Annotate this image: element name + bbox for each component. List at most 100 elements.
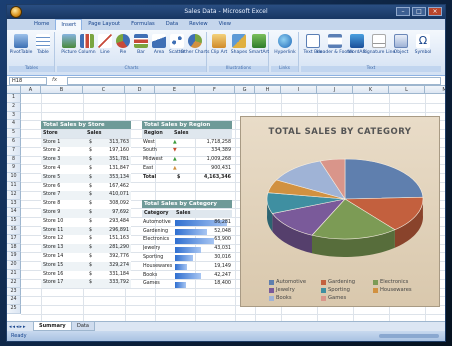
row-header-9[interactable]: 9 — [7, 164, 21, 174]
store-sales-value: 97,692 — [112, 210, 129, 215]
scatter-chart-icon — [170, 34, 184, 48]
name-box[interactable]: H18 — [9, 77, 47, 85]
pie-chart[interactable]: TOTAL SALES BY CATEGORY Automotive Garden… — [240, 116, 440, 307]
minimize-button[interactable]: – — [396, 7, 410, 16]
row-header-18[interactable]: 18 — [7, 243, 21, 253]
column-header-k[interactable]: K — [353, 86, 389, 94]
row-header-19[interactable]: 19 — [7, 252, 21, 262]
row-header-5[interactable]: 5 — [7, 129, 21, 138]
column-header-i[interactable]: I — [281, 86, 317, 94]
pie-slice-automotive[interactable] — [344, 158, 424, 200]
select-all-corner[interactable] — [7, 86, 21, 94]
tab-home[interactable]: Home — [29, 19, 54, 30]
table-button[interactable]: Table — [33, 34, 53, 55]
group-links: Hyperlink Links — [271, 32, 299, 72]
other-charts-icon — [188, 34, 202, 48]
worksheet-grid[interactable]: ABCDEFGHIJKLM 12345678910111213141516171… — [7, 86, 445, 327]
column-header-d[interactable]: D — [125, 86, 155, 94]
fx-icon[interactable]: fx — [52, 77, 57, 83]
region-header: Region — [142, 129, 172, 138]
object-button[interactable]: Object — [391, 34, 411, 55]
tab-page-layout[interactable]: Page Layout — [83, 19, 125, 30]
row-header-1[interactable]: 1 — [7, 94, 21, 103]
column-header-m[interactable]: M — [425, 86, 445, 94]
row-header-23[interactable]: 23 — [7, 287, 21, 297]
row-header-4[interactable]: 4 — [7, 120, 21, 130]
group-illustrations: Clip Art Shapes SmartArt Illustrations — [209, 32, 269, 72]
legend-label: Jewelry — [276, 287, 295, 293]
row-header-13[interactable]: 13 — [7, 199, 21, 209]
status-bar: Ready — [7, 331, 445, 341]
tab-view[interactable]: View — [214, 19, 236, 30]
formula-input[interactable] — [67, 77, 441, 85]
legend-label: Housewares — [380, 287, 412, 293]
tab-data[interactable]: Data — [161, 19, 183, 30]
column-header-c[interactable]: C — [83, 86, 125, 94]
status-text: Ready — [11, 333, 27, 339]
column-header-b[interactable]: B — [41, 86, 83, 94]
row-header-10[interactable]: 10 — [7, 173, 21, 182]
row-header-11[interactable]: 11 — [7, 182, 21, 191]
legend-swatch — [321, 279, 326, 285]
tab-formulas[interactable]: Formulas — [126, 19, 160, 30]
sheet-tab-bar: ◂◂◂▸▸ Summary Data — [7, 321, 445, 331]
legend-swatch — [321, 287, 326, 293]
row-header-21[interactable]: 21 — [7, 270, 21, 279]
trend-arrow-icon: ▲ — [173, 157, 177, 163]
object-icon — [394, 34, 408, 48]
row-header-14[interactable]: 14 — [7, 208, 21, 218]
store-name: Store 12 — [43, 236, 64, 242]
sheet-tab-summary[interactable]: Summary — [33, 322, 72, 331]
zoom-slider[interactable] — [379, 334, 439, 338]
pie-plot-area — [266, 158, 424, 257]
pivottable-button[interactable]: PivotTable — [10, 34, 32, 55]
shapes-button[interactable]: Shapes — [229, 34, 249, 55]
column-chart-button[interactable]: Column — [77, 34, 97, 55]
store-name: Store 8 — [43, 201, 61, 207]
smartart-button[interactable]: SmartArt — [249, 34, 269, 55]
row-header-8[interactable]: 8 — [7, 155, 21, 165]
header-footer-button[interactable]: Header & Footer — [316, 34, 354, 55]
column-header-e[interactable]: E — [155, 86, 195, 94]
line-chart-button[interactable]: Line — [95, 34, 115, 55]
row-header-16[interactable]: 16 — [7, 226, 21, 235]
region-sales-header: Sales — [172, 129, 232, 138]
currency-symbol: $ — [89, 174, 93, 180]
close-button[interactable]: × — [428, 7, 442, 16]
tab-review[interactable]: Review — [184, 19, 213, 30]
sheet-tab-data[interactable]: Data — [71, 322, 95, 331]
row-header-3[interactable]: 3 — [7, 111, 21, 121]
maximize-button[interactable]: □ — [412, 7, 426, 16]
pie-chart-button[interactable]: Pie — [113, 34, 133, 55]
other-charts-button[interactable]: Other Charts — [181, 34, 209, 55]
sheet-nav-arrows[interactable]: ◂◂◂▸▸ — [9, 324, 27, 330]
legend-label: Gardening — [328, 279, 356, 285]
area-chart-button[interactable]: Area — [149, 34, 169, 55]
row-header-20[interactable]: 20 — [7, 261, 21, 270]
trend-arrow-icon: ▼ — [173, 148, 177, 154]
currency-symbol: $ — [89, 262, 93, 268]
column-header-g[interactable]: G — [235, 86, 255, 94]
row-header-6[interactable]: 6 — [7, 138, 21, 147]
row-header-22[interactable]: 22 — [7, 278, 21, 288]
row-header-2[interactable]: 2 — [7, 102, 21, 112]
symbol-button[interactable]: Ω Symbol — [413, 34, 433, 55]
clip-art-button[interactable]: Clip Art — [209, 34, 229, 55]
row-header-25[interactable]: 25 — [7, 305, 21, 314]
trend-arrow-icon: ▲ — [173, 139, 177, 145]
column-header-h[interactable]: H — [255, 86, 281, 94]
signature-line-button[interactable]: Signature Line — [363, 34, 395, 55]
row-header-17[interactable]: 17 — [7, 234, 21, 244]
bar-chart-button[interactable]: Bar — [131, 34, 151, 55]
column-header-l[interactable]: L — [389, 86, 425, 94]
column-header-f[interactable]: F — [195, 86, 235, 94]
row-header-24[interactable]: 24 — [7, 296, 21, 306]
column-header-a[interactable]: A — [21, 86, 41, 94]
column-header-j[interactable]: J — [317, 86, 353, 94]
picture-button[interactable]: Picture — [59, 34, 79, 55]
row-header-7[interactable]: 7 — [7, 146, 21, 156]
row-header-12[interactable]: 12 — [7, 190, 21, 200]
tab-insert[interactable]: Insert — [55, 19, 83, 30]
hyperlink-button[interactable]: Hyperlink — [274, 34, 296, 55]
row-header-15[interactable]: 15 — [7, 217, 21, 226]
